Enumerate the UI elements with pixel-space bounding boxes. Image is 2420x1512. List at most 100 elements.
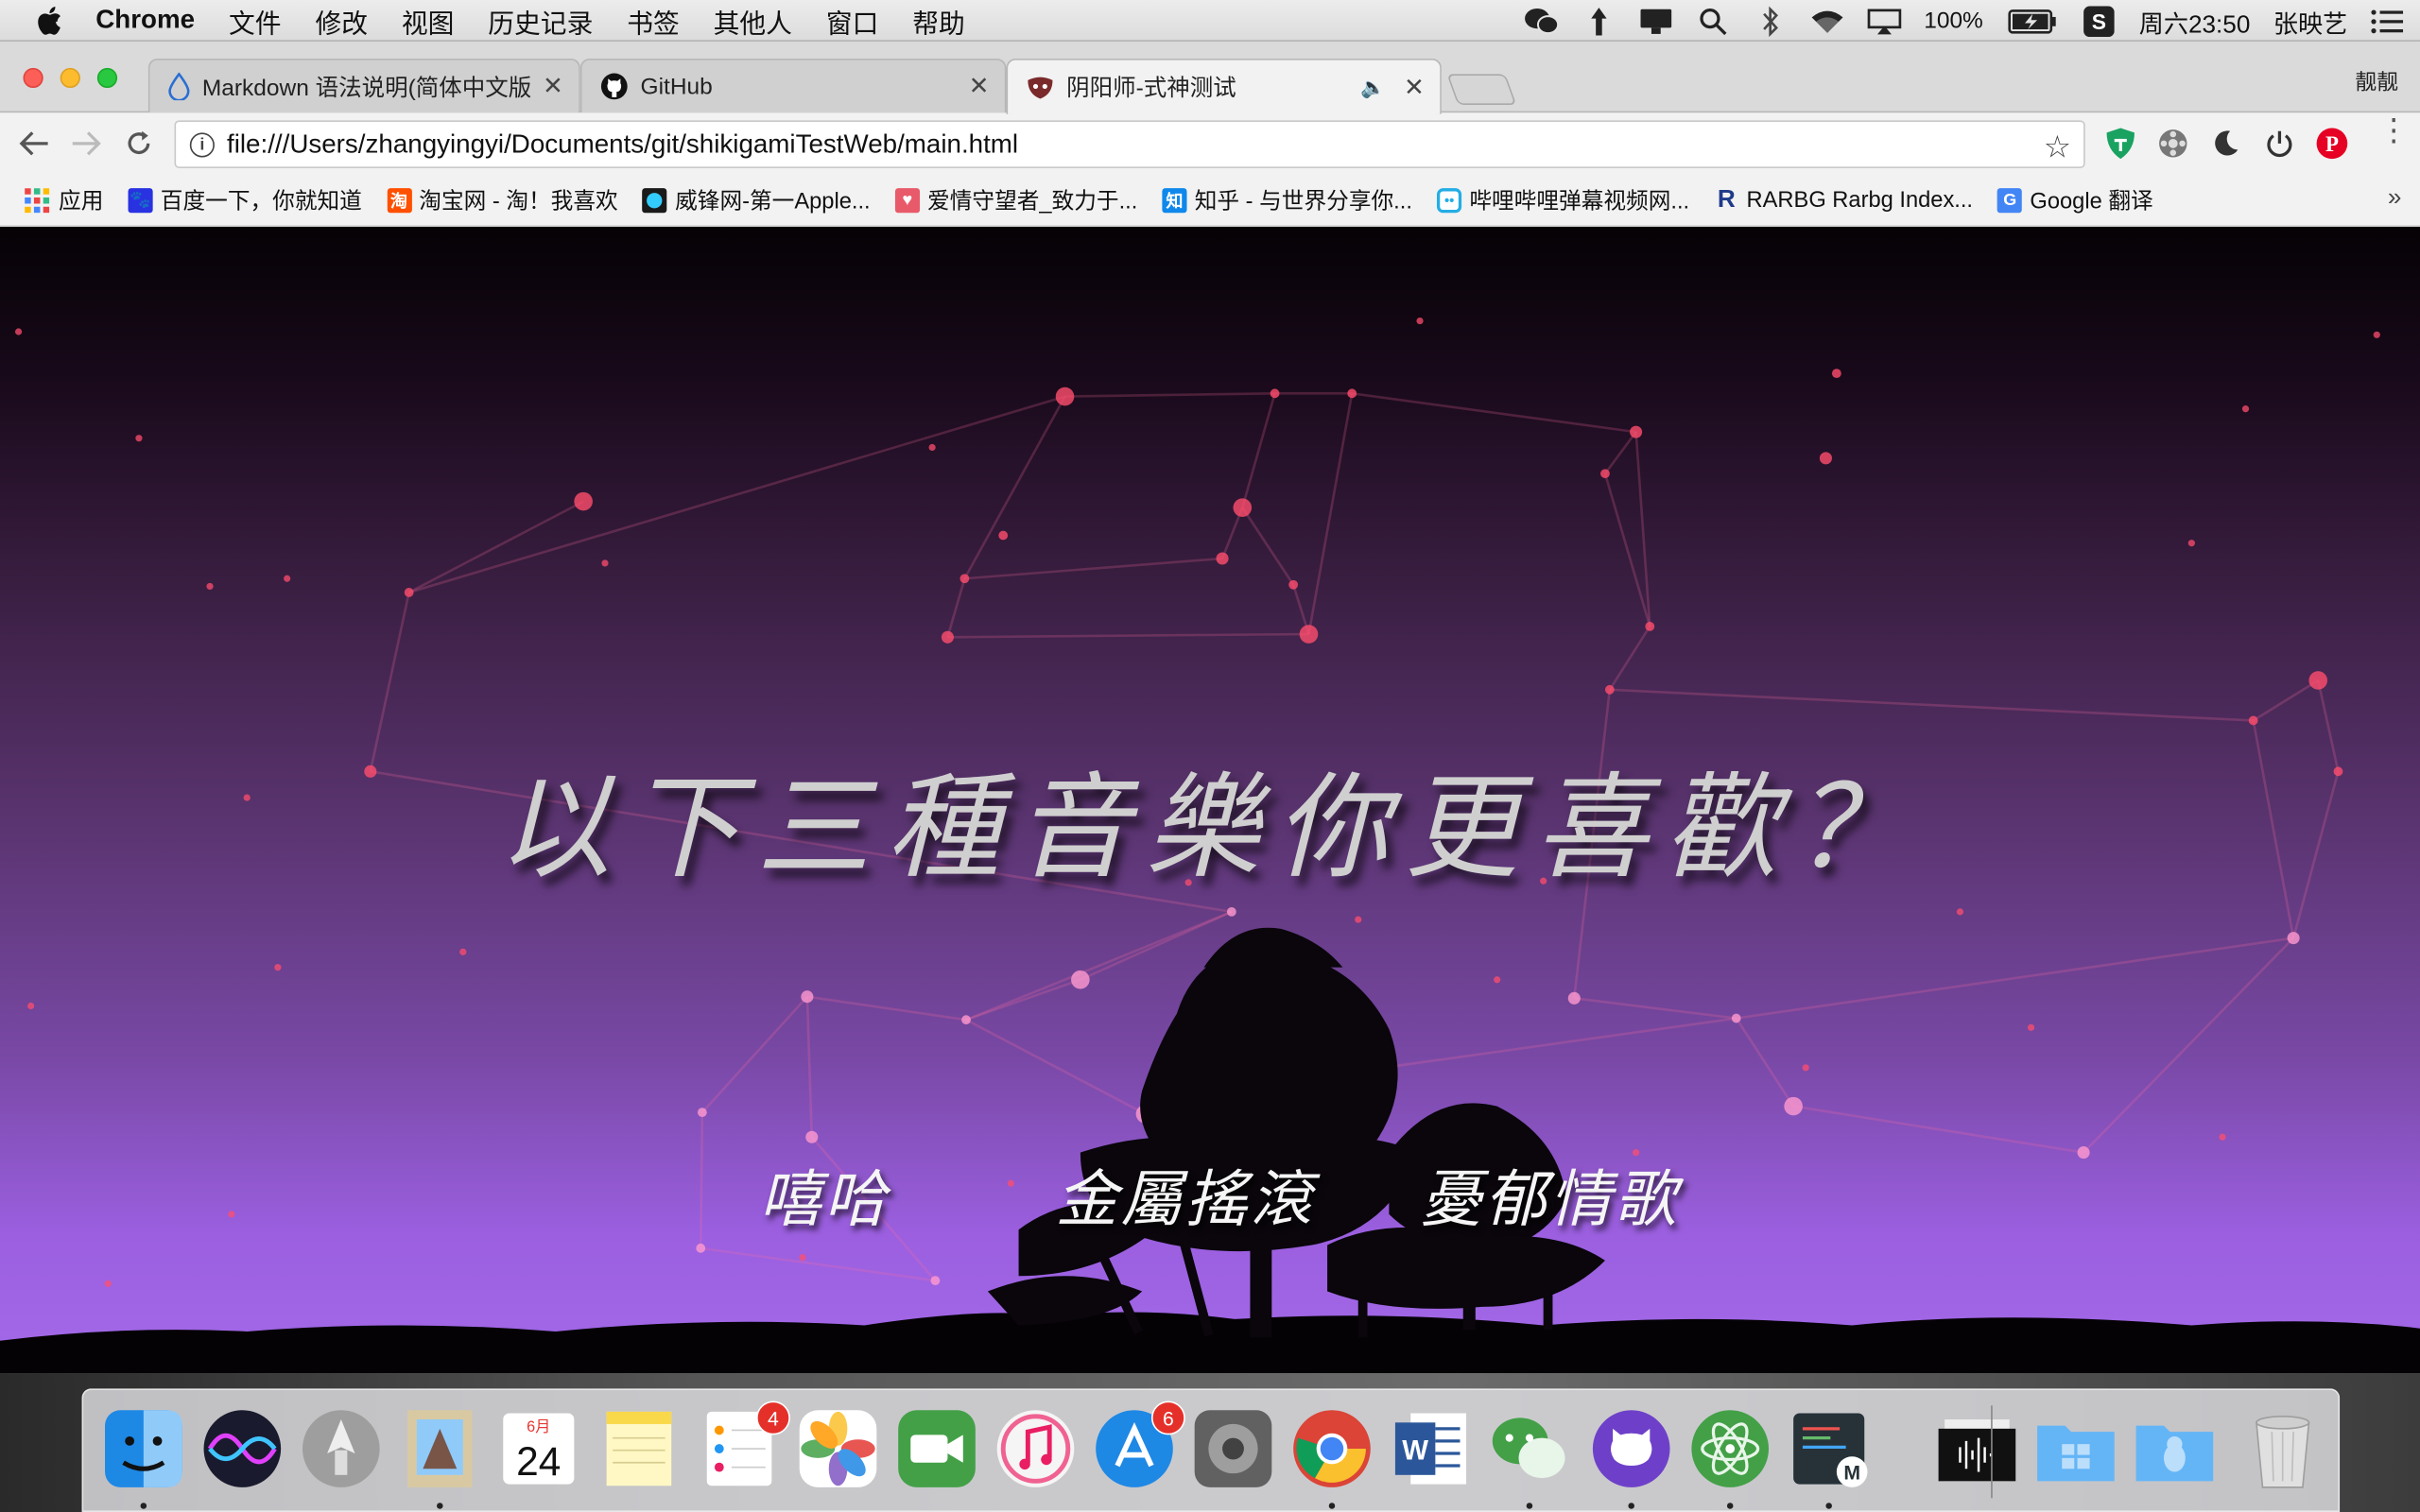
word-icon[interactable]: W (1389, 1407, 1472, 1490)
windows-folder-icon[interactable] (2034, 1407, 2118, 1490)
spotlight-search-icon[interactable] (1696, 6, 1730, 37)
feng-icon (642, 187, 667, 213)
launchpad-icon[interactable] (300, 1407, 383, 1490)
menu-history[interactable]: 历史记录 (488, 1, 593, 40)
menu-edit[interactable]: 修改 (315, 1, 368, 40)
menu-window[interactable]: 窗口 (826, 1, 879, 40)
close-tab-icon[interactable]: ✕ (969, 71, 990, 102)
close-tab-icon[interactable]: ✕ (543, 71, 563, 102)
airplay-icon[interactable] (1866, 6, 1901, 37)
menu-help[interactable]: 帮助 (912, 1, 965, 40)
svg-text:24: 24 (516, 1439, 561, 1484)
bookmark-zhihu[interactable]: 知 知乎 - 与世界分享你... (1162, 183, 1412, 215)
zoom-window-button[interactable] (96, 67, 118, 89)
app-store-icon[interactable]: 6 (1093, 1400, 1185, 1490)
back-arrow-icon (19, 131, 48, 156)
notification-center-icon[interactable] (2371, 6, 2405, 37)
bluetooth-icon[interactable] (1753, 5, 1787, 37)
close-tab-icon[interactable]: ✕ (1404, 72, 1425, 103)
choice-melancholy-ballad[interactable]: 憂郁情歌 (1420, 1149, 1679, 1239)
pinterest-extension-icon[interactable]: P (2315, 127, 2349, 161)
menu-clock[interactable]: 周六23:50 (2139, 2, 2251, 39)
bookmark-bilibili[interactable]: •• 哔哩哔哩弹幕视频网... (1437, 183, 1689, 215)
atom-icon[interactable] (1688, 1407, 1772, 1490)
upload-arrow-icon[interactable] (1582, 6, 1616, 37)
droplet-icon (168, 72, 190, 101)
siri-icon[interactable] (200, 1407, 284, 1490)
page-headline: 以下三種音樂你更喜歡？ (496, 762, 1924, 895)
shield-extension-icon[interactable] (2103, 127, 2137, 161)
markdown-editor-icon[interactable]: M (1788, 1407, 1871, 1490)
bookmark-star-icon[interactable]: ☆ (2044, 129, 2071, 167)
new-tab-button[interactable] (1446, 74, 1517, 106)
sogou-input-icon[interactable]: S (2082, 5, 2116, 37)
address-bar[interactable]: i file:///Users/zhangyingyi/Documents/gi… (174, 120, 2085, 168)
tab-title: Markdown 语法说明(简体中文版 (201, 75, 532, 101)
reload-button[interactable] (112, 117, 165, 170)
menu-bookmarks[interactable]: 书签 (627, 1, 680, 40)
choice-metal-rock[interactable]: 金屬搖滾 (1056, 1149, 1315, 1239)
reminders-icon[interactable]: 4 (698, 1400, 790, 1490)
system-preferences-icon[interactable] (1191, 1407, 1274, 1490)
menu-app-name[interactable]: Chrome (95, 5, 195, 36)
bookmark-apps[interactable]: 应用 (25, 183, 103, 215)
notification-badge: 4 (755, 1400, 790, 1435)
bookmarks-overflow-icon[interactable]: » (2388, 185, 2402, 213)
choice-hiphop[interactable]: 嘻哈 (759, 1149, 889, 1239)
minimize-window-button[interactable] (60, 67, 80, 89)
apple-icon[interactable] (37, 5, 64, 36)
bilibili-icon: •• (1437, 187, 1462, 213)
chrome-icon[interactable] (1290, 1407, 1374, 1490)
bookmark-baidu[interactable]: 🐾 百度一下，你就知道 (128, 183, 362, 215)
github-desktop-icon[interactable] (1590, 1407, 1673, 1490)
linux-folder-icon[interactable] (2133, 1407, 2216, 1490)
wechat-status-icon[interactable] (1524, 6, 1559, 37)
finder-icon[interactable] (102, 1407, 185, 1490)
moon-extension-icon[interactable] (2208, 127, 2242, 161)
dock: 6月 24 4 6 W M (81, 1388, 2341, 1512)
calendar-icon[interactable]: 6月 24 (497, 1407, 580, 1490)
film-extension-icon[interactable] (2156, 127, 2190, 161)
notes-icon[interactable] (597, 1407, 681, 1490)
menu-file[interactable]: 文件 (229, 1, 282, 40)
running-indicator (437, 1503, 443, 1509)
running-indicator (1628, 1503, 1634, 1509)
menu-view[interactable]: 视图 (402, 1, 455, 40)
profile-name[interactable]: 靓靓 (2355, 66, 2398, 97)
bookmark-label: 知乎 - 与世界分享你... (1194, 189, 1412, 215)
bookmark-feng[interactable]: 威锋网-第一Apple... (642, 183, 871, 215)
zhihu-icon: 知 (1162, 187, 1187, 213)
itunes-icon[interactable] (994, 1407, 1077, 1490)
facetime-icon[interactable] (895, 1407, 978, 1490)
bookmark-google-translate[interactable]: G Google 翻译 (1997, 183, 2153, 215)
svg-text:S: S (2092, 9, 2106, 33)
wechat-icon[interactable] (1488, 1407, 1571, 1490)
svg-text:P: P (2325, 132, 2339, 156)
chrome-menu-icon[interactable]: ⋮ (2378, 115, 2410, 146)
bookmark-aiqing[interactable]: ♥ 爱情守望者_致力于... (894, 183, 1137, 215)
trash-icon[interactable] (2241, 1407, 2325, 1490)
photos-icon[interactable] (796, 1407, 879, 1490)
speaker-icon[interactable]: 🔈 (1360, 75, 1385, 99)
close-window-button[interactable] (23, 67, 43, 89)
bookmark-taobao[interactable]: 淘 淘宝网 - 淘！我喜欢 (386, 183, 618, 215)
tab-shikigami-test[interactable]: 阴阳师-式神测试 🔈 ✕ (1006, 59, 1442, 114)
audio-folder-icon[interactable] (1935, 1407, 2018, 1490)
tab-markdown[interactable]: Markdown 语法说明(简体中文版 ✕ (147, 59, 580, 113)
rarbg-icon: R (1717, 185, 1736, 213)
menu-people[interactable]: 其他人 (714, 1, 792, 40)
bookmark-rarbg[interactable]: R RARBG Rarbg Index... (1714, 185, 1973, 213)
back-button[interactable] (8, 117, 60, 170)
address-url[interactable]: file:///Users/zhangyingyi/Documents/git/… (227, 129, 1018, 160)
forward-button[interactable] (60, 117, 113, 170)
display-icon[interactable] (1638, 6, 1672, 37)
wifi-icon[interactable] (1809, 6, 1843, 37)
tab-github[interactable]: GitHub ✕ (579, 59, 1007, 113)
mail-icon[interactable] (398, 1407, 481, 1490)
power-extension-icon[interactable] (2262, 127, 2296, 161)
menu-user[interactable]: 张映艺 (2273, 2, 2347, 39)
site-info-icon[interactable]: i (189, 131, 215, 157)
notification-badge: 6 (1150, 1400, 1185, 1435)
battery-icon[interactable] (2006, 6, 2059, 37)
forward-arrow-icon (72, 131, 101, 156)
